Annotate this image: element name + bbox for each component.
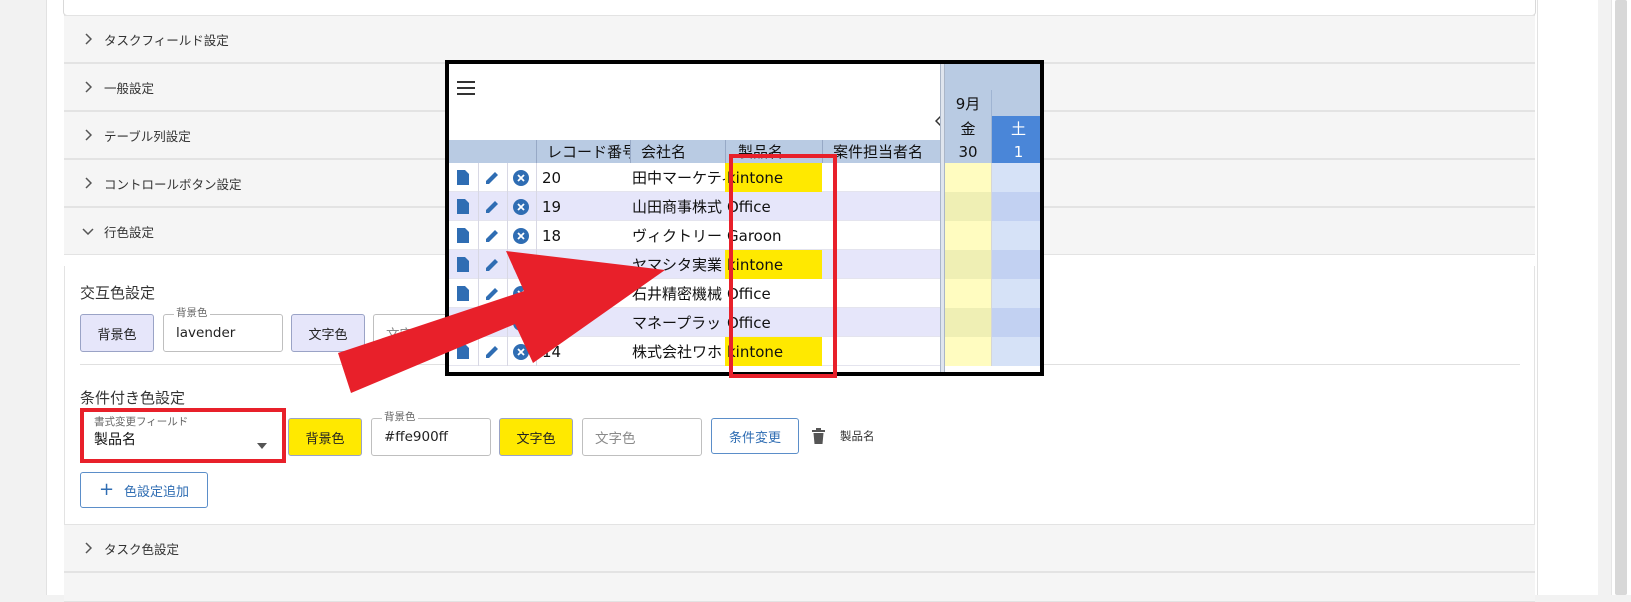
trash-icon[interactable] <box>812 428 825 448</box>
section-label: タスクフィールド設定 <box>104 32 229 48</box>
company-cell: 山田商事株式 <box>632 198 723 216</box>
section-label: テーブル列設定 <box>104 128 191 144</box>
record-number-cell: 20 <box>542 168 562 187</box>
record-number-cell: 19 <box>542 197 562 216</box>
select-value: 製品名 <box>94 432 136 448</box>
calendar-day: 金 <box>945 116 992 140</box>
add-button-label: 色設定追加 <box>124 484 190 500</box>
gantt-cell[interactable] <box>945 163 992 192</box>
section-next-collapsed[interactable] <box>64 572 1535 602</box>
gantt-cell[interactable] <box>992 308 1040 337</box>
gantt-cell[interactable] <box>945 279 992 308</box>
gantt-cell[interactable] <box>992 337 1040 366</box>
edit-pencil-icon[interactable] <box>485 199 500 218</box>
alternate-color-title: 交互色設定 <box>80 284 156 302</box>
conditional-text-color-button[interactable]: 文字色 <box>499 418 573 456</box>
gantt-cell[interactable] <box>992 163 1040 192</box>
column-separator <box>507 192 508 221</box>
owner-cell <box>822 337 940 366</box>
gantt-cell[interactable] <box>992 279 1040 308</box>
calendar-day: 土 <box>992 116 1040 140</box>
column-separator <box>478 192 479 221</box>
edit-pencil-icon[interactable] <box>485 170 500 189</box>
plus-icon: + <box>98 479 115 500</box>
calendar-date: 30 <box>945 140 992 163</box>
field-placeholder: 文字色 <box>595 431 636 447</box>
previous-card <box>63 0 1536 16</box>
section-label: 行色設定 <box>104 224 155 240</box>
owner-cell <box>822 192 940 221</box>
document-icon[interactable] <box>457 199 469 218</box>
chevron-right-icon <box>82 542 94 554</box>
owner-cell <box>822 163 940 192</box>
alternate-bg-color-field[interactable]: 背景色 lavender <box>163 307 283 352</box>
select-label: 書式変更フィールド <box>94 416 189 428</box>
product-column-highlight <box>729 154 837 378</box>
gantt-cell[interactable] <box>992 192 1040 221</box>
red-arrow-icon <box>338 251 665 393</box>
column-separator <box>507 163 508 192</box>
field-value: lavender <box>176 325 236 341</box>
scrollbar-thumb[interactable] <box>1615 0 1627 595</box>
owner-cell <box>822 279 940 308</box>
gantt-cell[interactable] <box>945 250 992 279</box>
owner-cell <box>822 221 940 250</box>
condition-summary: 製品名 <box>840 429 875 443</box>
delete-circle-icon[interactable] <box>513 199 529 219</box>
calendar-date: 1 <box>992 140 1040 163</box>
conditional-text-color-field[interactable]: 文字色 <box>582 418 702 456</box>
add-color-setting-button[interactable]: + 色設定追加 <box>80 472 208 508</box>
conditional-bg-color-button[interactable]: 背景色 <box>288 418 362 456</box>
calendar-top-bar <box>945 64 1040 90</box>
field-value: #ffe900ff <box>384 429 448 445</box>
column-header-owner[interactable]: 案件担当者名 <box>822 140 940 163</box>
section-task-color-settings[interactable]: タスク色設定 <box>64 524 1535 572</box>
gantt-cell[interactable] <box>945 308 992 337</box>
field-float-label: 背景色 <box>382 411 418 423</box>
gantt-cell[interactable] <box>945 221 992 250</box>
right-gutter <box>1538 0 1598 595</box>
dropdown-arrow-icon <box>256 435 268 454</box>
section-task-field-settings[interactable]: タスクフィールド設定 <box>64 15 1535 63</box>
company-cell: 田中マーケティ <box>632 169 725 187</box>
calendar-month-blank <box>992 90 1040 116</box>
chevron-right-icon <box>82 177 94 189</box>
document-icon[interactable] <box>457 170 469 189</box>
chevron-down-icon <box>82 225 94 237</box>
column-header-company[interactable]: 会社名 <box>630 140 725 163</box>
section-label: タスク色設定 <box>104 541 180 557</box>
gantt-cell[interactable] <box>945 192 992 221</box>
chevron-right-icon <box>82 33 94 45</box>
column-separator <box>478 163 479 192</box>
section-label: 一般設定 <box>104 80 155 96</box>
change-condition-button[interactable]: 条件変更 <box>711 418 799 454</box>
conditional-color-title: 条件付き色設定 <box>80 389 186 407</box>
delete-circle-icon[interactable] <box>513 170 529 190</box>
chevron-right-icon <box>82 81 94 93</box>
gantt-cell[interactable] <box>992 221 1040 250</box>
gantt-cell[interactable] <box>992 250 1040 279</box>
owner-cell <box>822 250 940 279</box>
conditional-bg-color-field[interactable]: 背景色 #ffe900ff <box>371 411 491 456</box>
calendar-month: 9月 <box>945 90 992 116</box>
hamburger-menu-icon <box>457 80 475 99</box>
field-float-label: 背景色 <box>174 307 210 319</box>
section-label: コントロールボタン設定 <box>104 176 242 192</box>
owner-cell <box>822 308 940 337</box>
column-header-record-number[interactable]: レコード番号 <box>536 140 630 163</box>
alternate-bg-color-button[interactable]: 背景色 <box>80 314 154 352</box>
chevron-right-icon <box>82 129 94 141</box>
gantt-cell[interactable] <box>945 337 992 366</box>
format-field-select[interactable]: 書式変更フィールド 製品名 <box>88 414 278 456</box>
